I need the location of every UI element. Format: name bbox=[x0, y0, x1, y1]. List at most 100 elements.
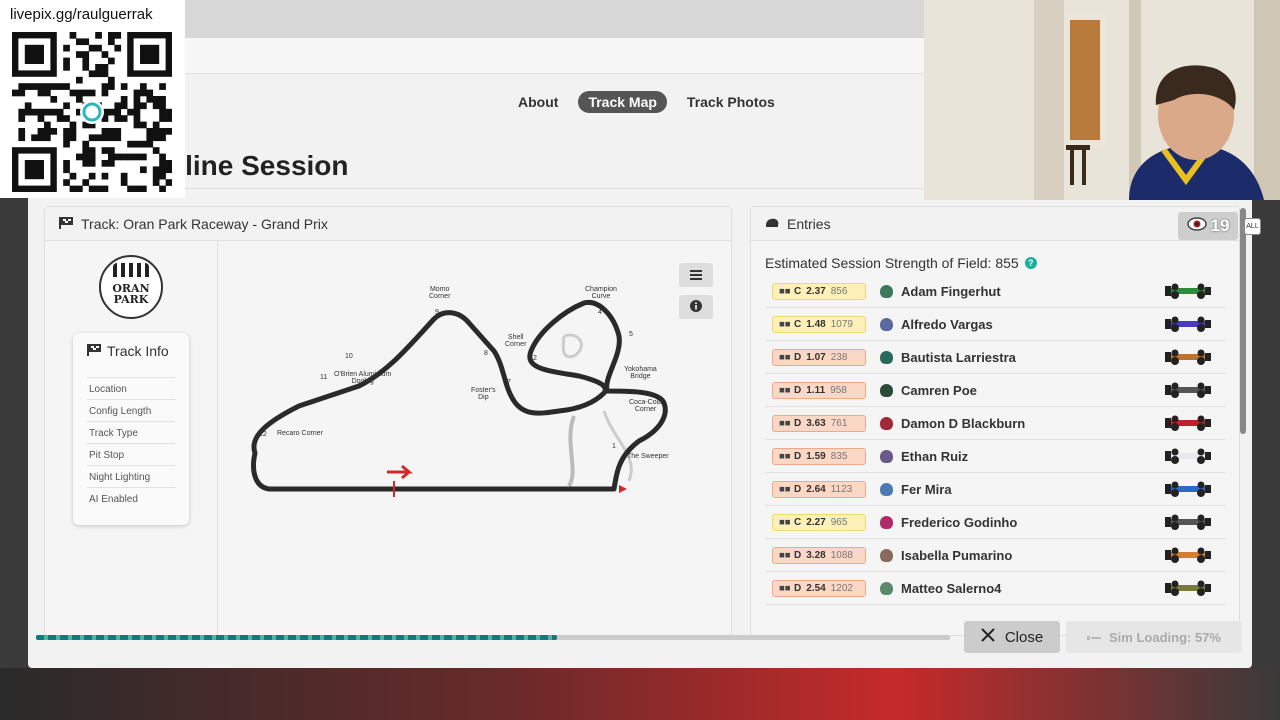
entry-row[interactable]: ◼◼ D 1.59 835 Ethan Ruiz bbox=[765, 440, 1225, 473]
safety-rating: 2.54 bbox=[806, 582, 826, 594]
safety-rating: 3.63 bbox=[806, 417, 826, 429]
safety-rating: 2.37 bbox=[806, 285, 826, 297]
entry-row[interactable]: ◼◼ D 3.28 1088 Isabella Pumarino bbox=[765, 539, 1225, 572]
driver-name[interactable]: Frederico Godinho bbox=[901, 515, 1017, 530]
driver-helmet-icon bbox=[880, 317, 893, 331]
irating: 238 bbox=[830, 351, 848, 363]
entry-list: ◼◼ C 2.37 856 Adam Fingerhut ◼◼ C 1.48 1079 Alfre… bbox=[765, 275, 1225, 605]
sof-label: Estimated Session Strength of Field: 855 bbox=[765, 255, 1019, 271]
safety-rating: 2.64 bbox=[806, 483, 826, 495]
driver-name[interactable]: Matteo Salerno4 bbox=[901, 581, 1001, 596]
map-label-obrien: O'Brien Aluminium Dogleg bbox=[334, 371, 392, 385]
car-livery-icon bbox=[1165, 547, 1211, 563]
car-livery-icon bbox=[1165, 514, 1211, 530]
turn-7: 7 bbox=[507, 379, 511, 386]
license-badge: ◼◼ D 2.54 1202 bbox=[772, 579, 866, 597]
license-class: C bbox=[794, 516, 802, 528]
stream-url: livepix.gg/raulguerrak bbox=[10, 6, 153, 23]
sim-loading-progress-fill bbox=[36, 635, 557, 640]
track-info-column: ORAN PARK Track Info Location Config Len… bbox=[45, 241, 218, 637]
driver-name[interactable]: Camren Poe bbox=[901, 383, 977, 398]
entry-row[interactable]: ◼◼ D 2.64 1123 Fer Mira bbox=[765, 473, 1225, 506]
driver-name[interactable]: Adam Fingerhut bbox=[901, 284, 1001, 299]
map-list-button[interactable] bbox=[679, 263, 713, 287]
license-badge: ◼◼ D 1.11 958 bbox=[772, 381, 866, 399]
license-icon: ◼◼ bbox=[779, 354, 791, 361]
irating: 1123 bbox=[830, 483, 853, 495]
driver-name[interactable]: Bautista Larriestra bbox=[901, 350, 1016, 365]
entry-row[interactable]: ◼◼ C 2.27 965 Frederico Godinho bbox=[765, 506, 1225, 539]
turn-11: 11 bbox=[320, 374, 328, 381]
session-nav: About Track Map Track Photos bbox=[508, 91, 785, 113]
tab-track-map[interactable]: Track Map bbox=[578, 91, 667, 113]
all-badge: ALL bbox=[1244, 218, 1261, 235]
entries-panel: Entries Estimated Session Strength of Fi… bbox=[750, 206, 1240, 636]
safety-rating: 1.07 bbox=[806, 351, 826, 363]
entries-scrollbar[interactable] bbox=[1240, 208, 1246, 434]
flag-icon bbox=[59, 216, 73, 232]
license-class: C bbox=[794, 285, 802, 297]
sim-loading-progress bbox=[36, 635, 950, 640]
license-class: D bbox=[794, 351, 802, 363]
driver-name[interactable]: Ethan Ruiz bbox=[901, 449, 968, 464]
webcam-image bbox=[924, 0, 1280, 200]
license-class: D bbox=[794, 483, 802, 495]
turn-9: 9 bbox=[435, 309, 439, 316]
license-badge: ◼◼ D 3.63 761 bbox=[772, 414, 866, 432]
turn-5: 5 bbox=[629, 331, 633, 338]
driver-name[interactable]: Damon D Blackburn bbox=[901, 416, 1025, 431]
license-icon: ◼◼ bbox=[779, 420, 791, 427]
driver-name[interactable]: Fer Mira bbox=[901, 482, 952, 497]
entry-row[interactable]: ◼◼ D 3.63 761 Damon D Blackburn bbox=[765, 407, 1225, 440]
sim-loading-button[interactable]: Sim Loading: 57% bbox=[1066, 621, 1242, 653]
driver-helmet-icon bbox=[880, 284, 893, 298]
driver-helmet-icon bbox=[880, 482, 893, 496]
map-label-cocacola: Coca-Cola Corner bbox=[629, 399, 663, 413]
tab-about[interactable]: About bbox=[508, 91, 568, 113]
track-info-card[interactable]: Track Info Location Config Length Track … bbox=[73, 333, 189, 525]
license-class: D bbox=[794, 582, 802, 594]
map-label-fosters: Foster's Dip bbox=[471, 387, 496, 401]
driver-name[interactable]: Alfredo Vargas bbox=[901, 317, 993, 332]
track-info-label: Track Info bbox=[107, 343, 169, 359]
track-info-list: Location Config Length Track Type Pit St… bbox=[87, 377, 175, 509]
tab-track-photos[interactable]: Track Photos bbox=[677, 91, 785, 113]
driver-helmet-icon bbox=[880, 350, 893, 364]
entry-row[interactable]: ◼◼ C 2.37 856 Adam Fingerhut bbox=[765, 275, 1225, 308]
info-item-location: Location bbox=[87, 377, 175, 399]
track-map[interactable]: Momo Corner Champion Curve Shell Corner Yok… bbox=[219, 241, 733, 637]
turn-2: 2 bbox=[533, 355, 537, 362]
car-livery-icon bbox=[1165, 349, 1211, 365]
driver-name[interactable]: Isabella Pumarino bbox=[901, 548, 1012, 563]
help-icon[interactable]: ? bbox=[1024, 257, 1037, 269]
entry-row[interactable]: ◼◼ D 2.54 1202 Matteo Salerno4 bbox=[765, 572, 1225, 605]
track-logo-text: ORAN PARK bbox=[101, 283, 161, 305]
entry-row[interactable]: ◼◼ C 1.48 1079 Alfredo Vargas bbox=[765, 308, 1225, 341]
license-icon: ◼◼ bbox=[779, 552, 791, 559]
license-icon: ◼◼ bbox=[779, 585, 791, 592]
close-button[interactable]: Close bbox=[964, 621, 1060, 653]
car-livery-icon bbox=[1165, 481, 1211, 497]
webcam-overlay bbox=[924, 0, 1280, 200]
license-badge: ◼◼ D 1.07 238 bbox=[772, 348, 866, 366]
turn-4: 4 bbox=[598, 309, 602, 316]
map-label-momo: Momo Corner bbox=[429, 286, 451, 300]
map-info-button[interactable] bbox=[679, 295, 713, 319]
track-map-labels: Momo Corner Champion Curve Shell Corner Yok… bbox=[219, 241, 733, 541]
entry-row[interactable]: ◼◼ D 1.07 238 Bautista Larriestra bbox=[765, 341, 1225, 374]
car-livery-icon bbox=[1165, 415, 1211, 431]
strength-of-field: Estimated Session Strength of Field: 855… bbox=[765, 255, 1037, 271]
license-badge: ◼◼ C 2.27 965 bbox=[772, 513, 866, 531]
track-logo-line2: PARK bbox=[113, 293, 149, 306]
safety-rating: 1.11 bbox=[806, 384, 826, 396]
driver-helmet-icon bbox=[880, 449, 893, 463]
info-item-pit-stop: Pit Stop bbox=[87, 443, 175, 465]
sim-icon bbox=[1087, 630, 1102, 645]
info-item-night-lighting: Night Lighting bbox=[87, 465, 175, 487]
info-item-ai-enabled: AI Enabled bbox=[87, 487, 175, 509]
turn-6: 6 bbox=[603, 389, 607, 396]
license-icon: ◼◼ bbox=[779, 453, 791, 460]
entry-row[interactable]: ◼◼ D 1.11 958 Camren Poe bbox=[765, 374, 1225, 407]
eye-icon bbox=[1186, 216, 1207, 236]
qr-code-icon bbox=[12, 32, 172, 192]
